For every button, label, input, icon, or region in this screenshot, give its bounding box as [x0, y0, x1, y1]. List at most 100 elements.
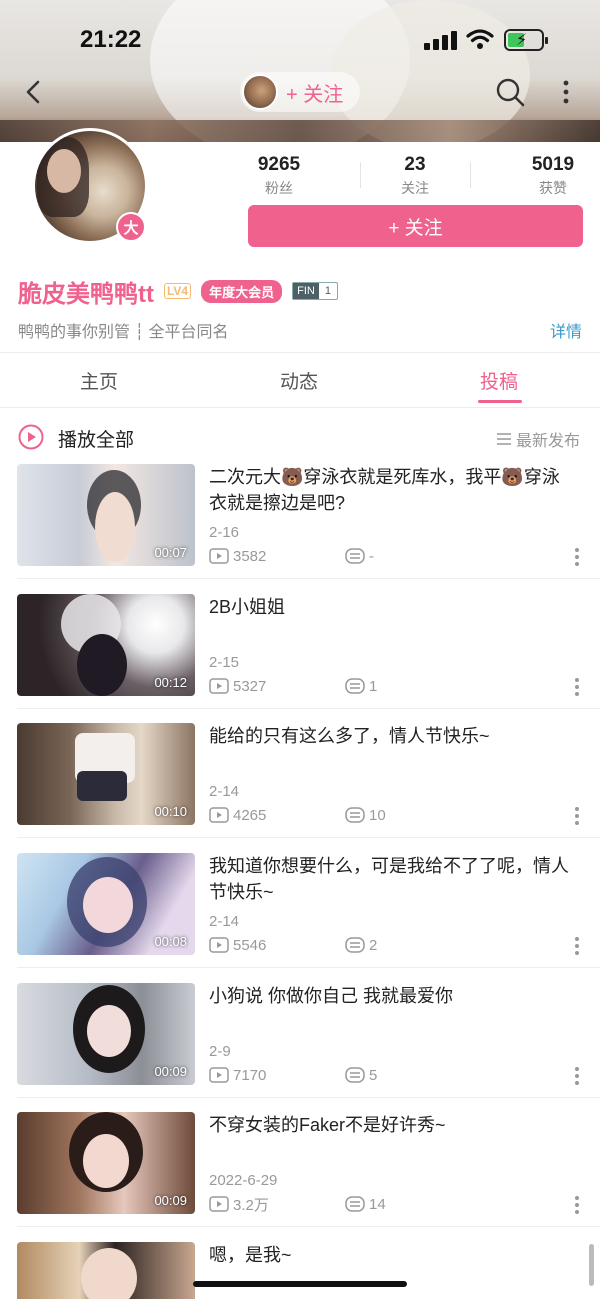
- video-duration: 00:12: [154, 675, 187, 690]
- status-bar: 21:22 ⚡: [0, 0, 600, 80]
- video-title[interactable]: 嗯，是我~: [209, 1242, 569, 1268]
- video-date: 2-9: [209, 1043, 231, 1060]
- fin-badge-label: FIN: [293, 283, 319, 299]
- play-count-icon: [209, 678, 229, 694]
- play-count: 5546: [233, 936, 267, 954]
- video-date: 2-14: [209, 913, 240, 930]
- video-item[interactable]: 00:12 2B小姐姐 2-15 5327 1: [0, 594, 600, 724]
- cellular-signal-icon: [424, 30, 458, 50]
- more-options-icon[interactable]: [570, 1194, 584, 1216]
- wifi-icon: [466, 29, 494, 49]
- scrollbar[interactable]: [589, 1244, 594, 1286]
- more-options-icon[interactable]: [556, 76, 576, 108]
- level-badge: LV4: [163, 283, 192, 299]
- stat-value: 5019: [531, 154, 575, 175]
- comment-count-icon: [345, 1067, 365, 1083]
- play-count-icon: [209, 1067, 229, 1083]
- video-thumbnail[interactable]: 00:09: [17, 983, 195, 1085]
- video-date: 2-14: [209, 783, 240, 800]
- video-title[interactable]: 我知道你想要什么，可是我给不了了呢，情人节快乐~: [209, 853, 569, 905]
- comment-count-icon: [345, 678, 365, 694]
- stat-label: 粉丝: [265, 180, 293, 196]
- header-follow-button[interactable]: + 关注: [240, 72, 360, 112]
- status-time: 21:22: [80, 26, 142, 53]
- rank-badge: 大: [116, 212, 146, 242]
- video-title[interactable]: 能给的只有这么多了，情人节快乐~: [209, 723, 569, 749]
- stats-row: 9265 粉丝 23 关注 5019 获赞: [248, 154, 582, 198]
- comment-count: 2: [369, 936, 378, 954]
- tab-home[interactable]: 主页: [80, 367, 118, 394]
- video-thumbnail[interactable]: 00:08: [17, 853, 195, 955]
- play-count: 5327: [233, 677, 267, 695]
- comment-count: 14: [369, 1195, 386, 1213]
- back-icon[interactable]: [18, 74, 48, 110]
- stat-value: 9265: [257, 154, 301, 175]
- video-meta: 5546 2: [209, 935, 377, 955]
- video-meta: 7170 5: [209, 1065, 377, 1085]
- play-circle-icon[interactable]: [18, 424, 44, 450]
- video-thumbnail[interactable]: [17, 1242, 195, 1299]
- search-icon[interactable]: [494, 76, 526, 108]
- video-date: 2022-6-29: [209, 1172, 278, 1189]
- sort-list-icon: [496, 433, 511, 445]
- video-thumbnail[interactable]: 00:07: [17, 464, 195, 566]
- header-avatar: [242, 74, 278, 110]
- fin-badge[interactable]: FIN 1: [292, 282, 338, 300]
- video-title[interactable]: 二次元大🐻穿泳衣就是死库水，我平🐻穿泳衣就是擦边是吧?: [209, 464, 569, 516]
- bio-text: 鸭鸭的事你别管 ┆ 全平台同名: [18, 324, 229, 341]
- video-date: 2-15: [209, 654, 240, 671]
- more-options-icon[interactable]: [570, 935, 584, 957]
- more-options-icon[interactable]: [570, 805, 584, 827]
- vip-badge[interactable]: 年度大会员: [201, 279, 283, 303]
- divider: [17, 708, 600, 709]
- divider: [17, 1097, 600, 1098]
- tab-uploads[interactable]: 投稿: [480, 367, 518, 394]
- stat-fans[interactable]: 9265 粉丝: [224, 154, 334, 198]
- stat-value: 23: [404, 154, 426, 175]
- follow-button[interactable]: + 关注: [248, 205, 583, 247]
- video-item[interactable]: 00:07 二次元大🐻穿泳衣就是死库水，我平🐻穿泳衣就是擦边是吧? 2-16 3…: [0, 464, 600, 594]
- video-title[interactable]: 不穿女装的Faker不是好许秀~: [209, 1112, 569, 1138]
- home-indicator: [193, 1281, 407, 1287]
- stat-label: 获赞: [539, 180, 567, 196]
- detail-link[interactable]: 详情: [550, 318, 582, 342]
- comment-count-icon: [345, 548, 365, 564]
- video-title[interactable]: 小狗说 你做你自己 我就最爱你: [209, 983, 569, 1009]
- video-item[interactable]: 00:09 小狗说 你做你自己 我就最爱你 2-9 7170 5: [0, 983, 600, 1113]
- play-count: 3.2万: [233, 1196, 269, 1214]
- video-duration: 00:10: [154, 804, 187, 819]
- comment-count: -: [369, 547, 374, 565]
- play-count: 3582: [233, 547, 267, 565]
- video-thumbnail[interactable]: 00:12: [17, 594, 195, 696]
- comment-count-icon: [345, 807, 365, 823]
- stat-likes[interactable]: 5019 获赞: [498, 154, 600, 198]
- video-meta: 5327 1: [209, 676, 377, 696]
- play-count-icon: [209, 807, 229, 823]
- play-count: 4265: [233, 806, 267, 824]
- profile-section: 大 9265 粉丝 23 关注 5019 获赞 + 关注 脆皮美鸭鸭tt LV4…: [0, 128, 600, 352]
- play-all-button[interactable]: 播放全部: [58, 425, 134, 452]
- comment-count: 1: [369, 677, 378, 695]
- stat-following[interactable]: 23 关注: [360, 154, 470, 198]
- play-count-icon: [209, 548, 229, 564]
- list-header: 播放全部 最新发布: [0, 408, 600, 464]
- battery-icon: ⚡: [504, 29, 548, 51]
- video-thumbnail[interactable]: 00:09: [17, 1112, 195, 1214]
- more-options-icon[interactable]: [570, 1065, 584, 1087]
- video-meta: 3.2万 14: [209, 1194, 386, 1214]
- video-thumbnail[interactable]: 00:10: [17, 723, 195, 825]
- video-item[interactable]: 00:08 我知道你想要什么，可是我给不了了呢，情人节快乐~ 2-14 5546…: [0, 853, 600, 983]
- video-item[interactable]: 00:10 能给的只有这么多了，情人节快乐~ 2-14 4265 10: [0, 723, 600, 853]
- tab-dynamic[interactable]: 动态: [280, 367, 318, 394]
- play-count-icon: [209, 937, 229, 953]
- more-options-icon[interactable]: [570, 676, 584, 698]
- comment-count-icon: [345, 1196, 365, 1212]
- video-item[interactable]: 嗯，是我~: [0, 1242, 600, 1299]
- play-count-icon: [209, 1196, 229, 1212]
- sort-button[interactable]: 最新发布: [496, 427, 580, 451]
- video-meta: 4265 10: [209, 805, 386, 825]
- more-options-icon[interactable]: [570, 546, 584, 568]
- video-title[interactable]: 2B小姐姐: [209, 594, 569, 620]
- divider: [17, 578, 600, 579]
- video-item[interactable]: 00:09 不穿女装的Faker不是好许秀~ 2022-6-29 3.2万 14: [0, 1112, 600, 1242]
